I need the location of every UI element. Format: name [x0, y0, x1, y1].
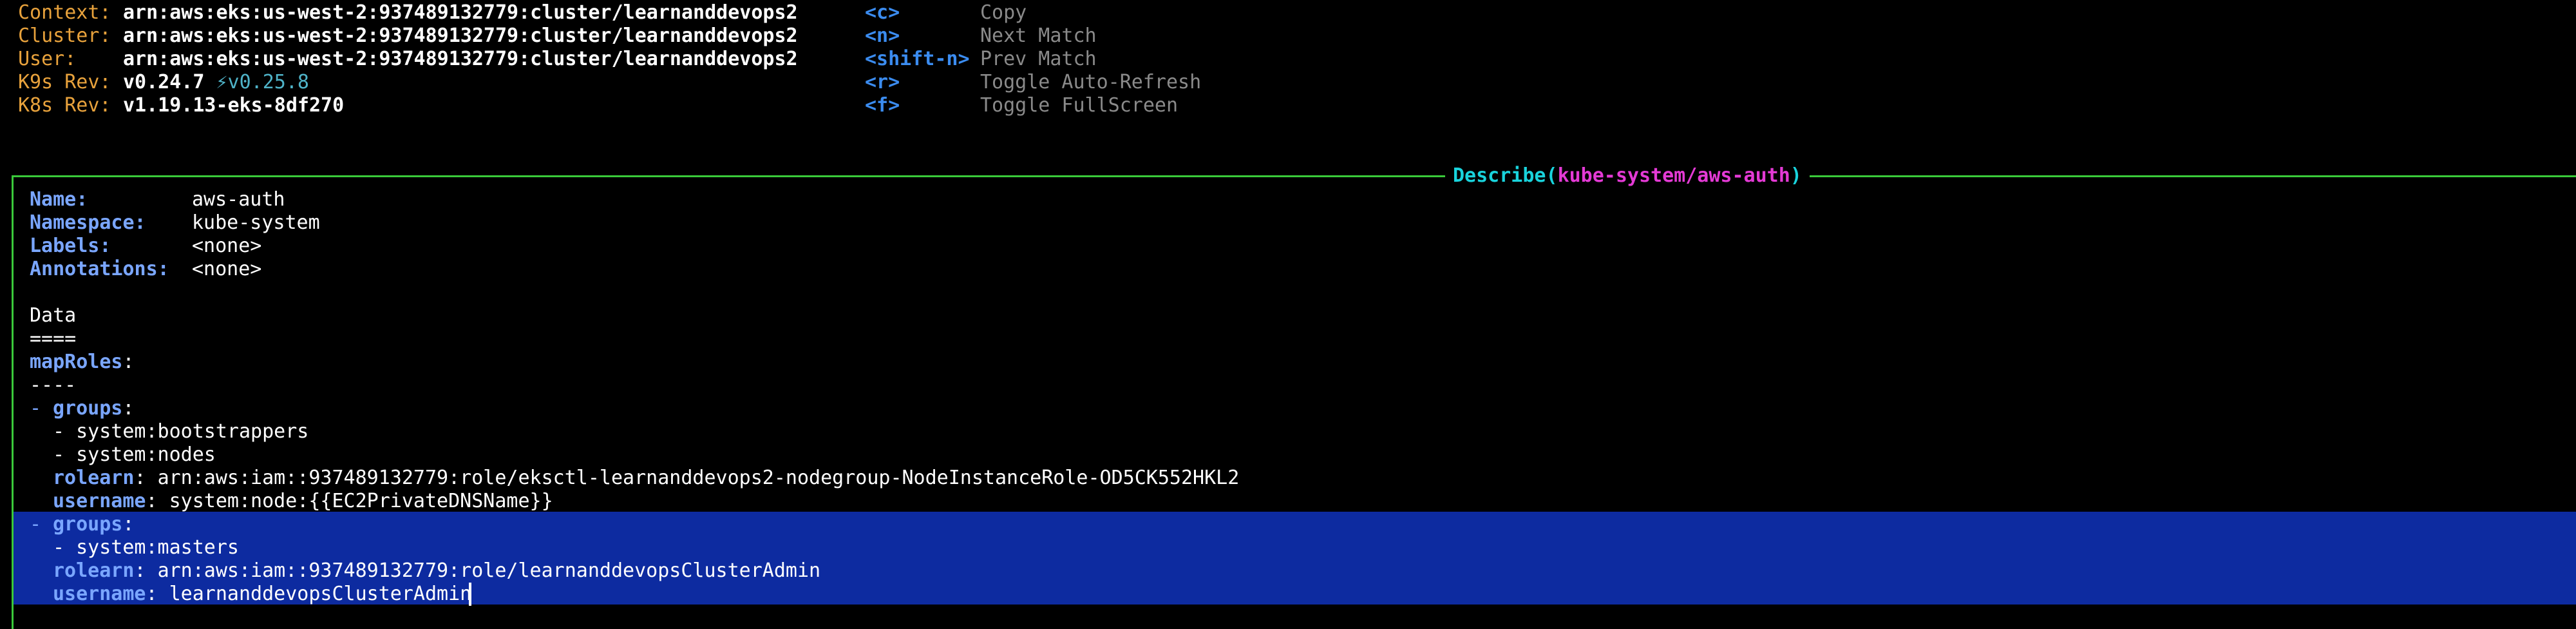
info-row-cluster: Cluster: arn:aws:eks:us-west-2:9374891327… — [18, 24, 798, 48]
list-dash: - — [30, 397, 42, 420]
text-cursor — [469, 583, 471, 606]
info-label: Cluster: — [18, 24, 111, 47]
shortcut-key: <n> — [865, 24, 900, 47]
field-annotations: Annotations: <none> — [30, 258, 261, 281]
field-label: Name: — [30, 188, 88, 211]
rolearn-value: arn:aws:iam::937489132779:role/eksctl-le… — [157, 467, 1240, 489]
list-dash: - — [30, 513, 42, 536]
key-colon: : — [134, 467, 146, 489]
key-colon: : — [122, 397, 135, 420]
shortcut-key: <c> — [865, 1, 900, 24]
field-label: Namespace: — [30, 211, 146, 234]
map-roles-key: mapRoles: — [30, 351, 135, 374]
shortcut-fullscreen[interactable]: <f> Toggle FullScreen — [865, 94, 1178, 117]
list-dash: - — [53, 443, 77, 466]
key-colon: : — [146, 490, 158, 512]
shortcut-desc: Prev Match — [980, 48, 1097, 70]
entry-2-group-item[interactable]: - system:masters — [53, 536, 239, 559]
map-key-label: mapRoles — [30, 351, 123, 373]
entry-2-rolearn[interactable]: rolearn: arn:aws:iam::937489132779:role/… — [53, 559, 820, 583]
field-value: <none> — [192, 235, 262, 257]
shortcut-key: <f> — [865, 94, 900, 117]
key-colon: : — [146, 583, 158, 605]
entry-1-group-item: - system:bootstrappers — [53, 420, 308, 443]
key-colon: : — [134, 559, 146, 582]
key-colon: : — [122, 513, 135, 536]
field-label: Labels: — [30, 235, 111, 257]
info-row-k8s-rev: K8s Rev: v1.19.13-eks-8df270 — [18, 94, 344, 117]
field-label: Annotations: — [30, 258, 169, 280]
field-name: Name: aws-auth — [30, 188, 285, 211]
entry-1-username: username: system:node:{{EC2PrivateDNSNam… — [53, 490, 553, 513]
data-rule: ==== — [30, 327, 77, 350]
shortcut-prev-match[interactable]: <shift-n> Prev Match — [865, 48, 1097, 71]
entry-2-groups[interactable]: - groups: — [30, 513, 134, 536]
entry-1-rolearn: rolearn: arn:aws:iam::937489132779:role/… — [53, 467, 1239, 490]
rolearn-key: rolearn — [53, 559, 135, 582]
shortcut-desc: Toggle FullScreen — [980, 94, 1179, 117]
username-value: learnanddevopsClusterAdmin — [169, 583, 472, 605]
shortcut-desc: Next Match — [980, 24, 1097, 47]
entry-1-group-item: - system:nodes — [53, 443, 216, 467]
panel-title-suffix: ) — [1790, 164, 1802, 187]
groups-key: groups — [53, 397, 123, 420]
map-key-colon: : — [122, 351, 135, 373]
group-value: system:masters — [76, 536, 239, 559]
groups-key: groups — [53, 513, 123, 536]
username-key: username — [53, 490, 146, 512]
shortcut-key: <shift-n> — [865, 48, 970, 70]
field-value: kube-system — [192, 211, 320, 234]
info-value: arn:aws:eks:us-west-2:937489132779:clust… — [123, 1, 798, 24]
shortcut-copy[interactable]: <c> Copy — [865, 1, 1027, 24]
field-value: <none> — [192, 258, 262, 280]
field-value: aws-auth — [192, 188, 285, 211]
panel-title: Describe(kube-system/aws-auth) — [1445, 163, 1810, 189]
group-value: system:nodes — [76, 443, 216, 466]
entry-1-groups: - groups: — [30, 397, 134, 420]
shortcut-desc: Copy — [980, 1, 1027, 24]
info-row-context: Context: arn:aws:eks:us-west-2:9374891327… — [18, 1, 798, 24]
rolearn-value: arn:aws:iam::937489132779:role/learnandd… — [157, 559, 821, 582]
map-rule: ---- — [30, 374, 77, 396]
info-label: K8s Rev: — [18, 94, 111, 117]
info-row-k9s-rev: K9s Rev: v0.24.7 ⚡v0.25.8 — [18, 71, 309, 94]
shortcut-next-match[interactable]: <n> Next Match — [865, 24, 1097, 48]
username-value: system:node:{{EC2PrivateDNSName}} — [169, 490, 553, 512]
info-label: K9s Rev: — [18, 71, 111, 93]
info-label: User: — [18, 48, 77, 70]
list-dash: - — [53, 420, 77, 443]
k9s-update-available: ⚡v0.25.8 — [216, 71, 310, 93]
info-value: v0.24.7 — [123, 71, 205, 93]
shortcut-auto-refresh[interactable]: <r> Toggle Auto-Refresh — [865, 71, 1201, 94]
entry-2-username[interactable]: username: learnanddevopsClusterAdmin — [53, 583, 471, 606]
info-label: Context: — [18, 1, 111, 24]
panel-title-resource: kube-system/aws-auth — [1557, 164, 1790, 187]
info-value: arn:aws:eks:us-west-2:937489132779:clust… — [123, 48, 798, 70]
info-row-user: User: arn:aws:eks:us-west-2:937489132779:… — [18, 48, 798, 71]
info-value: arn:aws:eks:us-west-2:937489132779:clust… — [123, 24, 798, 47]
data-heading: Data — [30, 304, 77, 327]
shortcut-desc: Toggle Auto-Refresh — [980, 71, 1202, 93]
field-labels: Labels: <none> — [30, 235, 261, 258]
field-namespace: Namespace: kube-system — [30, 211, 320, 235]
rolearn-key: rolearn — [53, 467, 135, 489]
list-dash: - — [53, 536, 77, 559]
panel-title-prefix: Describe( — [1453, 164, 1558, 187]
shortcut-key: <r> — [865, 71, 900, 93]
info-value: v1.19.13-eks-8df270 — [123, 94, 345, 117]
group-value: system:bootstrappers — [76, 420, 309, 443]
username-key: username — [53, 583, 146, 605]
